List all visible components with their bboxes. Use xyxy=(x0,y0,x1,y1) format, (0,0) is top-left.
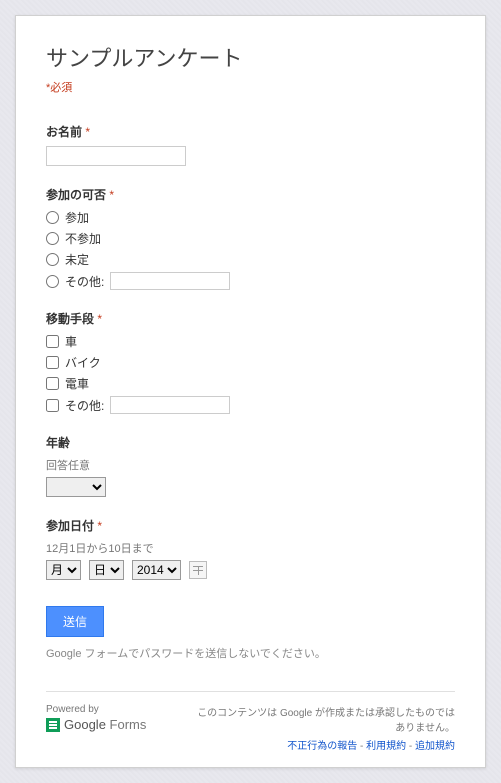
footer-links: 不正行為の報告 - 利用規約 - 追加規約 xyxy=(195,737,455,752)
footer-disclaimer: このコンテンツは Google が作成または承認したものではありません。 xyxy=(195,704,455,734)
name-input[interactable] xyxy=(46,146,186,166)
checkbox-car[interactable] xyxy=(46,335,59,348)
checkbox-row: バイク xyxy=(46,354,455,371)
footer-left: Powered by Google Forms xyxy=(46,704,146,732)
transport-other-input[interactable] xyxy=(110,396,230,414)
option-label: 電車 xyxy=(65,375,89,392)
option-label: その他: xyxy=(65,397,104,414)
footer: Powered by Google Forms このコンテンツは Google … xyxy=(46,691,455,752)
checkbox-row: 車 xyxy=(46,333,455,350)
radio-attend-no[interactable] xyxy=(46,232,59,245)
required-asterisk: * xyxy=(85,125,90,139)
form-title: サンプルアンケート xyxy=(46,41,455,73)
question-label: お名前 * xyxy=(46,123,455,140)
question-name: お名前 * xyxy=(46,123,455,166)
powered-by-label: Powered by xyxy=(46,704,146,715)
label-text: 移動手段 xyxy=(46,312,94,326)
date-row: 月 日 2014 xyxy=(46,560,455,580)
day-select[interactable]: 日 xyxy=(89,560,124,580)
checkbox-row: 電車 xyxy=(46,375,455,392)
label-text: 参加日付 xyxy=(46,519,94,533)
label-text: 参加の可否 xyxy=(46,188,106,202)
question-desc: 12月1日から10日まで xyxy=(46,540,455,556)
footer-right: このコンテンツは Google が作成または承認したものではありません。 不正行… xyxy=(195,704,455,752)
option-label: その他: xyxy=(65,273,104,290)
forms-text: Google Forms xyxy=(64,717,146,732)
sep: - xyxy=(406,741,415,752)
required-note: *必須 xyxy=(46,79,455,95)
option-label: バイク xyxy=(65,354,101,371)
radio-row-other: その他: xyxy=(46,272,455,290)
radio-row: 未定 xyxy=(46,251,455,268)
question-label: 参加日付 * xyxy=(46,517,455,534)
question-date: 参加日付 * 12月1日から10日まで 月 日 2014 xyxy=(46,517,455,580)
option-label: 不参加 xyxy=(65,230,101,247)
age-select[interactable] xyxy=(46,477,106,497)
radio-attend-undecided[interactable] xyxy=(46,253,59,266)
year-select[interactable]: 2014 xyxy=(132,560,181,580)
link-add[interactable]: 追加規約 xyxy=(415,741,455,752)
radio-attend-other[interactable] xyxy=(46,275,59,288)
question-label: 年齢 xyxy=(46,434,455,451)
month-select[interactable]: 月 xyxy=(46,560,81,580)
question-attendance: 参加の可否 * 参加 不参加 未定 その他: xyxy=(46,186,455,290)
option-label: 車 xyxy=(65,333,77,350)
question-transport: 移動手段 * 車 バイク 電車 その他: xyxy=(46,310,455,414)
checkbox-train[interactable] xyxy=(46,377,59,390)
checkbox-bike[interactable] xyxy=(46,356,59,369)
calendar-icon[interactable] xyxy=(189,561,207,579)
checkbox-other[interactable] xyxy=(46,399,59,412)
question-age: 年齢 回答任意 xyxy=(46,434,455,497)
sep: - xyxy=(357,741,366,752)
label-text: お名前 xyxy=(46,125,82,139)
checkbox-row-other: その他: xyxy=(46,396,455,414)
radio-attend-yes[interactable] xyxy=(46,211,59,224)
attend-other-input[interactable] xyxy=(110,272,230,290)
form-card: サンプルアンケート *必須 お名前 * 参加の可否 * 参加 不参加 未定 その… xyxy=(15,15,486,768)
google-forms-logo[interactable]: Google Forms xyxy=(46,717,146,732)
required-asterisk: * xyxy=(97,312,102,326)
question-label: 参加の可否 * xyxy=(46,186,455,203)
link-abuse[interactable]: 不正行為の報告 xyxy=(287,741,357,752)
link-tos[interactable]: 利用規約 xyxy=(366,741,406,752)
radio-row: 参加 xyxy=(46,209,455,226)
question-label: 移動手段 * xyxy=(46,310,455,327)
option-label: 未定 xyxy=(65,251,89,268)
option-label: 参加 xyxy=(65,209,89,226)
forms-icon xyxy=(46,718,60,732)
question-desc: 回答任意 xyxy=(46,457,455,473)
radio-row: 不参加 xyxy=(46,230,455,247)
submit-button[interactable]: 送信 xyxy=(46,606,104,637)
required-asterisk: * xyxy=(97,519,102,533)
required-asterisk: * xyxy=(109,188,114,202)
